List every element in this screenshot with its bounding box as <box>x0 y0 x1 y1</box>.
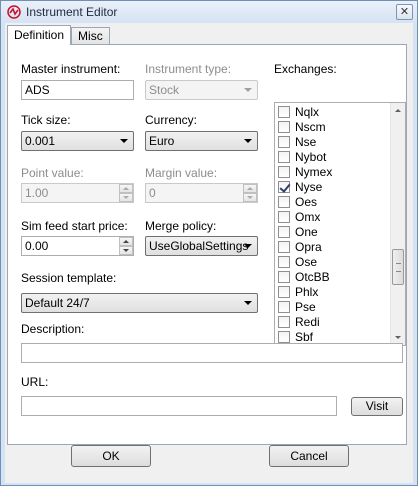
checkbox-icon[interactable] <box>278 120 290 133</box>
session-template-select[interactable]: Default 24/7 <box>21 293 258 313</box>
checkbox-icon[interactable] <box>278 315 290 328</box>
exchange-item-opra[interactable]: Opra <box>278 239 322 254</box>
margin-value-label: Margin value: <box>145 166 218 180</box>
checkbox-icon[interactable] <box>278 135 290 148</box>
tick-size-select[interactable]: 0.001 <box>21 131 134 151</box>
margin-value-stepper: 0 <box>145 183 258 203</box>
description-label: Description: <box>21 322 85 336</box>
master-instrument-label: Master instrument: <box>21 62 121 76</box>
point-value-value: 1.00 <box>25 186 49 200</box>
session-template-value: Default 24/7 <box>25 296 90 310</box>
instrument-type-label: Instrument type: <box>145 62 232 76</box>
checkbox-icon[interactable] <box>278 255 290 268</box>
currency-select[interactable]: Euro <box>145 131 258 151</box>
url-label: URL: <box>21 375 49 389</box>
spin-up-icon <box>243 184 257 193</box>
checkbox-icon[interactable] <box>278 210 290 223</box>
exchanges-scrollbar[interactable] <box>390 103 405 345</box>
checkbox-icon[interactable] <box>278 330 290 343</box>
exchange-item-phlx[interactable]: Phlx <box>278 284 318 299</box>
chevron-down-icon <box>244 301 252 305</box>
checkbox-icon[interactable] <box>278 150 290 163</box>
title-bar: Instrument Editor ✕ <box>1 1 417 23</box>
exchange-item-pse[interactable]: Pse <box>278 299 316 314</box>
checkbox-icon[interactable] <box>278 285 290 298</box>
margin-value-value: 0 <box>149 186 156 200</box>
spin-down-icon[interactable] <box>119 246 133 255</box>
checkbox-checked-icon[interactable] <box>278 180 290 193</box>
exchange-item-nse[interactable]: Nse <box>278 134 316 149</box>
instrument-type-select: Stock <box>145 80 258 100</box>
tick-size-label: Tick size: <box>21 113 71 127</box>
url-input[interactable] <box>21 396 337 416</box>
exchange-item-sbf[interactable]: Sbf <box>278 329 313 344</box>
sim-feed-start-price-value: 0.00 <box>25 239 49 253</box>
chevron-down-icon <box>244 139 252 143</box>
exchange-item-oes[interactable]: Oes <box>278 194 317 209</box>
checkbox-icon[interactable] <box>278 225 290 238</box>
exchange-item-nybot[interactable]: Nybot <box>278 149 326 164</box>
merge-policy-label: Merge policy: <box>145 219 217 233</box>
currency-value: Euro <box>149 134 175 148</box>
point-value-label: Point value: <box>21 166 84 180</box>
sim-feed-start-price-label: Sim feed start price: <box>21 219 128 233</box>
instrument-editor-window: Instrument Editor ✕ Definition Misc Mast… <box>0 0 418 486</box>
window-title: Instrument Editor <box>26 5 118 19</box>
checkbox-icon[interactable] <box>278 300 290 313</box>
chevron-down-icon <box>244 88 252 92</box>
exchange-item-nscm[interactable]: Nscm <box>278 119 326 134</box>
spin-down-icon <box>243 193 257 202</box>
master-instrument-input[interactable]: ADS <box>21 80 134 100</box>
session-template-label: Session template: <box>21 271 117 285</box>
checkbox-icon[interactable] <box>278 270 290 283</box>
point-value-stepper: 1.00 <box>21 183 134 203</box>
exchange-item-omx[interactable]: Omx <box>278 209 320 224</box>
merge-policy-select[interactable]: UseGlobalSettings <box>145 236 258 256</box>
spin-up-icon <box>119 184 133 193</box>
chevron-down-icon <box>244 244 252 248</box>
tab-misc[interactable]: Misc <box>71 27 110 45</box>
exchanges-label: Exchanges: <box>274 62 337 76</box>
tab-strip: Definition Misc <box>7 25 110 45</box>
visit-button[interactable]: Visit <box>351 397 403 416</box>
sim-feed-start-price-stepper[interactable]: 0.00 <box>21 236 134 256</box>
checkbox-icon[interactable] <box>278 165 290 178</box>
exchange-item-ose[interactable]: Ose <box>278 254 317 269</box>
chevron-down-icon <box>120 139 128 143</box>
definition-panel: Master instrument: ADS Instrument type: … <box>7 44 407 445</box>
checkbox-icon[interactable] <box>278 105 290 118</box>
close-icon: ✕ <box>399 6 410 18</box>
ok-button[interactable]: OK <box>71 445 151 467</box>
checkbox-icon[interactable] <box>278 240 290 253</box>
description-input[interactable] <box>21 343 403 363</box>
checkbox-icon[interactable] <box>278 195 290 208</box>
exchange-item-nymex[interactable]: Nymex <box>278 164 332 179</box>
scroll-up-icon[interactable] <box>391 103 405 118</box>
instrument-type-value: Stock <box>149 83 180 97</box>
dialog-client-area: Definition Misc Master instrument: ADS I… <box>5 23 413 483</box>
close-button[interactable]: ✕ <box>396 4 413 20</box>
spin-up-icon[interactable] <box>119 237 133 246</box>
scrollbar-thumb[interactable] <box>392 249 404 285</box>
currency-label: Currency: <box>145 113 198 127</box>
exchange-item-redi[interactable]: Redi <box>278 314 320 329</box>
exchange-item-otcbb[interactable]: OtcBB <box>278 269 330 284</box>
tick-size-value: 0.001 <box>25 134 56 148</box>
exchange-item-one[interactable]: One <box>278 224 318 239</box>
merge-policy-value: UseGlobalSettings <box>149 239 249 253</box>
spin-down-icon <box>119 193 133 202</box>
cancel-button[interactable]: Cancel <box>269 445 349 467</box>
exchange-item-nyse[interactable]: Nyse <box>278 179 322 194</box>
exchange-item-nqlx[interactable]: Nqlx <box>278 104 319 119</box>
tab-definition[interactable]: Definition <box>7 25 72 45</box>
app-logo-icon <box>7 5 21 19</box>
exchanges-list[interactable]: Nqlx Nscm Nse Nybot Nymex Nyse Oes Omx O… <box>274 102 406 346</box>
